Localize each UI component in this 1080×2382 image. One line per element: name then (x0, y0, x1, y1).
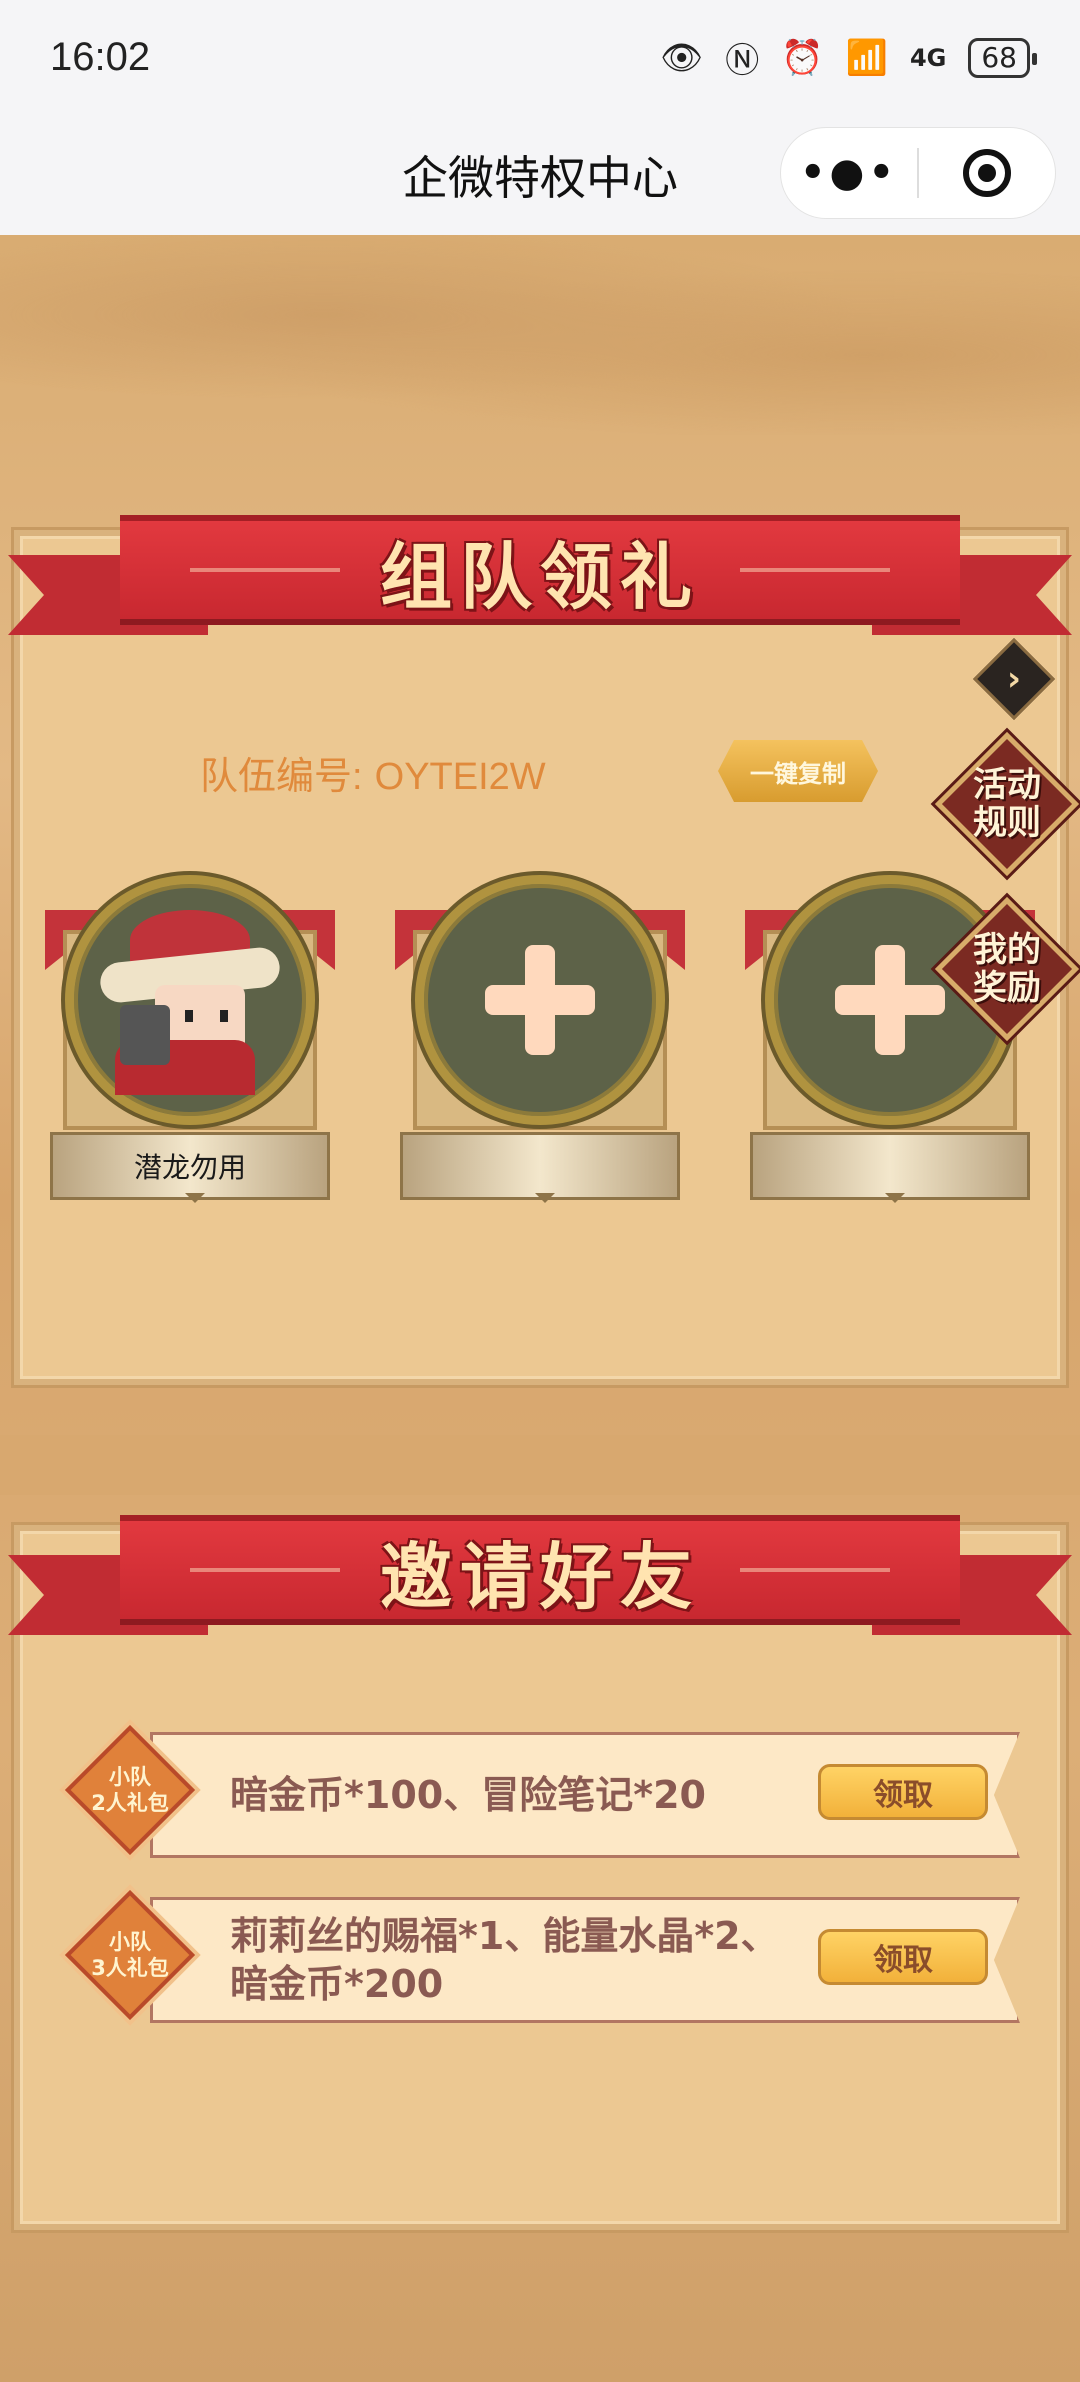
ribbon-deco-right (740, 1568, 890, 1572)
claim-button[interactable]: 领取 (818, 1929, 988, 1985)
badge-label: 小队 3人礼包 (91, 1930, 169, 1980)
team-id: 队伍编号: OYTEI2W (200, 745, 546, 800)
map-decoration (0, 235, 1080, 435)
battery-indicator: 68 (968, 37, 1037, 78)
reward-description: 暗金币*100、冒险笔记*20 (230, 1773, 706, 1817)
chevron-right-icon: › (1006, 659, 1021, 699)
ribbon-deco-right (740, 568, 890, 572)
member-name-plate (750, 1132, 1030, 1203)
team-section-title: 组队领礼 (379, 534, 700, 619)
close-target-button[interactable] (919, 149, 1055, 197)
network-label: 4G (909, 43, 947, 72)
rewards-label: 我的 奖励 (973, 930, 1041, 1008)
badge-label: 小队 2人礼包 (91, 1765, 169, 1815)
alarm-icon: ⏰ (781, 37, 824, 78)
invite-section-title: 邀请好友 (379, 1534, 700, 1619)
plus-icon (835, 945, 945, 1055)
avatar-eye (185, 1010, 193, 1022)
status-icons: 👁 Ⓝ ⏰ 📶 4G 68 (660, 33, 1037, 82)
member-slot (395, 870, 685, 1210)
ribbon-band: 邀请好友 (120, 1515, 960, 1625)
target-circle-icon (963, 149, 1011, 197)
rules-label: 活动 规则 (973, 765, 1041, 843)
mini-program-capsule: •●• (780, 127, 1056, 219)
wifi-icon: 📶 (845, 37, 888, 78)
eye-icon: 👁 (660, 37, 704, 78)
more-dots-icon[interactable]: •●• (781, 150, 917, 196)
reward-badge: 小队 2人礼包 (64, 1724, 196, 1856)
team-ribbon: 组队领礼 (0, 515, 1080, 665)
member-slot: 潜龙勿用 (45, 870, 335, 1210)
claim-button[interactable]: 领取 (818, 1764, 988, 1820)
plus-icon (485, 945, 595, 1055)
member-avatar[interactable] (65, 875, 315, 1125)
page-title: 企微特权中心 (402, 151, 678, 205)
copy-button[interactable]: 一键复制 (718, 740, 878, 802)
avatar-eye (220, 1010, 228, 1022)
ribbon-deco-left (189, 1568, 340, 1572)
nfc-icon: Ⓝ (725, 41, 760, 81)
reward-badge: 小队 3人礼包 (64, 1889, 196, 2021)
ribbon-band: 组队领礼 (120, 515, 960, 625)
section-separator (0, 1435, 1080, 1495)
invite-ribbon: 邀请好友 (0, 1515, 1080, 1665)
reward-row: 小队 3人礼包 莉莉丝的赐福*1、能量水晶*2、暗金币*200 领取 (60, 1885, 1020, 2025)
member-name-plate: 潜龙勿用 (50, 1132, 330, 1203)
avatar-shield (120, 1005, 170, 1065)
my-rewards-button[interactable]: 我的 奖励 (934, 896, 1080, 1042)
team-id-value: OYTEI2W (374, 756, 546, 798)
status-time: 16:02 (50, 35, 151, 79)
team-id-label: 队伍编号: (200, 756, 363, 798)
reward-row: 小队 2人礼包 暗金币*100、冒险笔记*20 领取 (60, 1720, 1020, 1860)
reward-description: 莉莉丝的赐福*1、能量水晶*2、暗金币*200 (230, 1914, 779, 2006)
member-name-plate (400, 1132, 680, 1203)
nav-bar: 企微特权中心 •●• (0, 115, 1080, 235)
status-bar: 16:02 👁 Ⓝ ⏰ 📶 4G 68 (0, 0, 1080, 115)
invite-member-button[interactable] (415, 875, 665, 1125)
ribbon-deco-left (189, 568, 340, 572)
activity-rules-button[interactable]: 活动 规则 (934, 731, 1080, 877)
avatar-character (90, 900, 290, 1100)
